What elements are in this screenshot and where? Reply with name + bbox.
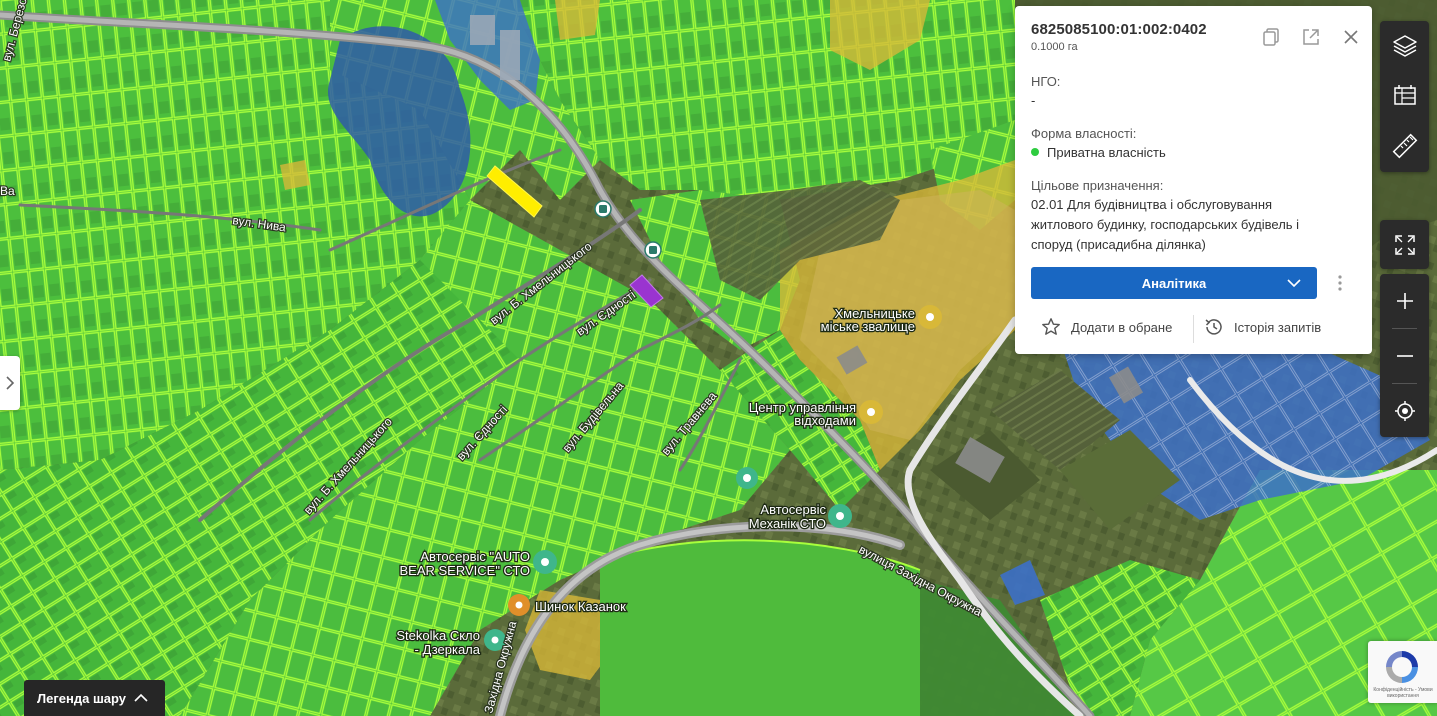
- car-service-pin-icon[interactable]: [533, 550, 557, 574]
- poi-label: відходами: [794, 413, 856, 428]
- fullscreen-group: [1380, 220, 1429, 269]
- layer-legend-button[interactable]: Легенда шару: [24, 680, 165, 716]
- layers-button[interactable]: [1380, 21, 1429, 71]
- poi-label: Шинок Казанок: [535, 599, 626, 614]
- analytics-label: Аналітика: [1141, 275, 1207, 291]
- cadastre-map-button[interactable]: [1380, 71, 1429, 121]
- chevron-down-icon: [1287, 279, 1301, 288]
- car-service-pin-icon[interactable]: [736, 467, 758, 489]
- poi-label: міське звалище: [821, 319, 915, 334]
- ngo-label: НГО:: [1031, 74, 1061, 89]
- ownership-value: Приватна власність: [1031, 143, 1166, 163]
- zoom-in-icon: [1396, 293, 1413, 309]
- open-external-icon[interactable]: [1300, 26, 1322, 48]
- cadastral-number: 6825085100:01:002:0402: [1031, 21, 1207, 38]
- zoom-out-button[interactable]: [1380, 329, 1429, 383]
- recaptcha-privacy-terms[interactable]: Конфіденційність - Умови використання: [1370, 687, 1436, 699]
- ngo-value: -: [1031, 93, 1036, 108]
- locate-icon: [1394, 400, 1415, 421]
- action-divider: [1193, 315, 1194, 343]
- poi-pin-icon[interactable]: [859, 400, 883, 424]
- purpose-value: 02.01 Для будівництва і обслуговування ж…: [1031, 195, 1299, 255]
- purpose-line: 02.01 Для будівництва і обслуговування: [1031, 197, 1273, 212]
- car-service-pin-icon[interactable]: [828, 504, 852, 528]
- layers-icon: [1392, 35, 1417, 57]
- purpose-line: житлового будинку, господарських будівел…: [1031, 217, 1300, 232]
- ownership-text: Приватна власність: [1047, 145, 1166, 160]
- poi-label: Stekolka Скло: [396, 628, 480, 643]
- fullscreen-icon: [1394, 234, 1415, 255]
- recaptcha-badge[interactable]: Конфіденційність - Умови використання: [1368, 641, 1437, 703]
- poi-pin-icon[interactable]: [918, 305, 942, 329]
- parcel-area: 0.1000 га: [1031, 41, 1078, 53]
- zoom-in-button[interactable]: [1380, 274, 1429, 328]
- purpose-label: Цільове призначення:: [1031, 178, 1164, 193]
- star-icon: [1042, 318, 1060, 335]
- chevron-up-icon: [134, 693, 148, 702]
- poi-label: Автосервіс: [760, 502, 826, 517]
- bus-stop-icon[interactable]: [594, 200, 612, 218]
- favorite-label: Додати в обране: [1071, 319, 1173, 335]
- poi-label: Автосервіс "AUTO: [420, 549, 530, 564]
- zoom-group: [1380, 274, 1429, 437]
- ruler-icon: [1392, 133, 1417, 159]
- poi-label: Механік СТО: [749, 516, 826, 531]
- copy-icon[interactable]: [1260, 26, 1282, 48]
- ruler-button[interactable]: [1380, 121, 1429, 171]
- legend-label: Легенда шару: [37, 690, 127, 706]
- request-history-button[interactable]: Історія запитів: [1203, 316, 1321, 338]
- sidebar-toggle-button[interactable]: [0, 356, 20, 410]
- street-label: Ва: [0, 184, 15, 198]
- add-to-favorites-button[interactable]: Додати в обране: [1041, 316, 1172, 338]
- history-icon: [1205, 319, 1222, 335]
- analytics-button[interactable]: Аналітика: [1031, 267, 1317, 299]
- chevron-right-icon: [6, 376, 15, 390]
- poi-label: BEAR SERVICE" СТО: [399, 563, 530, 578]
- cadastre-map-icon: [1393, 85, 1416, 105]
- ownership-label: Форма власності:: [1031, 126, 1137, 141]
- bus-stop-icon[interactable]: [644, 241, 662, 259]
- poi-label: - Дзеркала: [415, 642, 481, 657]
- ownership-status-dot: [1031, 148, 1039, 156]
- parcel-info-panel: 6825085100:01:002:0402 0.1000 га НГО: - …: [1015, 6, 1372, 354]
- history-label: Історія запитів: [1234, 319, 1322, 335]
- more-vertical-icon[interactable]: [1333, 272, 1347, 294]
- locate-button[interactable]: [1380, 384, 1429, 437]
- map-tools-group: [1380, 21, 1429, 172]
- zoom-out-icon: [1396, 355, 1413, 357]
- purpose-line: споруд (присадибна ділянка): [1031, 237, 1206, 252]
- close-icon[interactable]: [1340, 26, 1362, 48]
- recaptcha-logo: [1386, 651, 1418, 683]
- tire-shop-pin-icon[interactable]: [508, 594, 530, 616]
- fullscreen-button[interactable]: [1380, 220, 1429, 269]
